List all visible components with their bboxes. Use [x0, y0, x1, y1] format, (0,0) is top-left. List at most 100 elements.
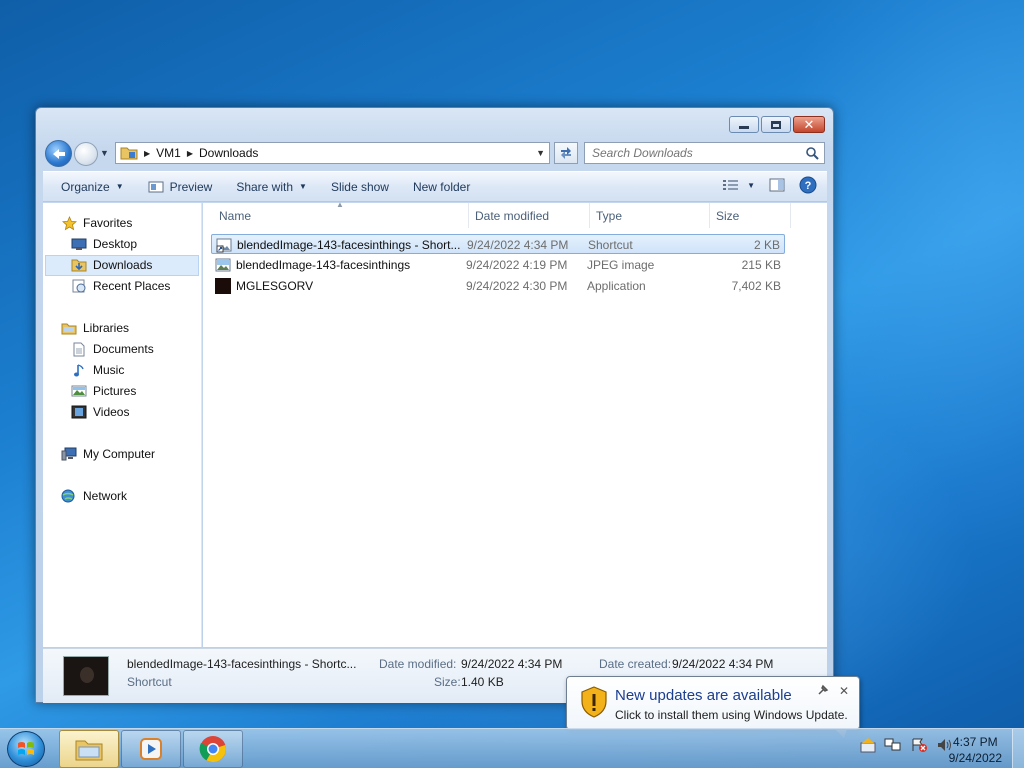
windows-logo-icon	[18, 742, 34, 755]
shortcut-image-icon	[216, 238, 232, 253]
folder-icon	[120, 147, 138, 160]
file-name: MGLESGORV	[236, 279, 314, 293]
new-folder-label: New folder	[412, 179, 471, 194]
maximize-button[interactable]	[761, 116, 791, 133]
maximize-icon	[771, 120, 781, 129]
column-label: Name	[219, 208, 252, 223]
desktop-icon	[71, 236, 87, 252]
explorer-window[interactable]: ✕ ▼ ▶ VM1 ▶ Downloads ▼ Organize ▼	[35, 107, 834, 703]
change-view-button[interactable]: ▼	[723, 179, 755, 191]
nav-label: Favorites	[83, 216, 133, 230]
search-input[interactable]	[592, 146, 792, 160]
taskbar-chrome-button[interactable]	[183, 730, 243, 768]
options-wrench-icon[interactable]	[817, 684, 829, 696]
refresh-icon	[561, 147, 571, 159]
preview-icon	[148, 181, 164, 192]
caption-buttons: ✕	[729, 116, 825, 133]
nav-item-recent-places[interactable]: Recent Places	[71, 276, 170, 296]
clock[interactable]: 4:37 PM 9/24/2022	[949, 734, 1002, 766]
nav-item-pictures[interactable]: Pictures	[71, 381, 136, 401]
breadcrumb-downloads[interactable]: Downloads	[199, 146, 258, 160]
refresh-button[interactable]	[554, 142, 578, 164]
pictures-icon	[71, 383, 87, 399]
preview-pane-icon[interactable]	[769, 178, 785, 192]
column-header-type[interactable]: Type	[590, 203, 710, 228]
organize-button[interactable]: Organize ▼	[49, 175, 136, 199]
media-player-icon	[140, 738, 162, 760]
file-type: Application	[587, 279, 646, 293]
close-icon: ✕	[803, 117, 815, 132]
details-size-label: Size:	[434, 675, 461, 689]
address-bar[interactable]: ▶ VM1 ▶ Downloads ▼	[115, 142, 550, 164]
preview-label: Preview	[169, 179, 213, 194]
minimize-button[interactable]	[729, 116, 759, 133]
start-button[interactable]	[7, 731, 45, 767]
command-bar: Organize ▼ Preview Share with ▼ Slide show…	[43, 171, 827, 202]
update-notification-balloon[interactable]: New updates are available Click to insta…	[566, 676, 860, 738]
file-type: JPEG image	[587, 258, 655, 272]
chevron-down-icon: ▼	[747, 180, 755, 190]
breadcrumb-separator-icon[interactable]: ▶	[187, 149, 193, 158]
nav-label: Desktop	[93, 237, 138, 251]
nav-item-network[interactable]: Network	[61, 486, 127, 506]
network-tray-icon[interactable]	[884, 737, 902, 753]
back-button[interactable]	[45, 140, 72, 167]
column-header-date-modified[interactable]: Date modified	[469, 203, 590, 228]
slide-show-label: Slide show	[330, 179, 389, 194]
details-modified-label: Date modified:	[379, 657, 457, 671]
forward-button[interactable]	[74, 142, 98, 166]
music-icon	[71, 362, 87, 378]
view-controls: ▼ ?	[723, 176, 817, 194]
nav-label: Recent Places	[93, 279, 171, 293]
nav-item-videos[interactable]: Videos	[71, 402, 129, 422]
file-size: 215 KB	[741, 258, 781, 272]
taskbar-media-player-button[interactable]	[121, 730, 181, 768]
windows-update-tray-icon[interactable]	[860, 737, 876, 753]
balloon-close-icon[interactable]: ✕	[839, 684, 849, 698]
share-with-button[interactable]: Share with ▼	[224, 175, 319, 199]
back-arrow-icon	[52, 148, 65, 159]
table-row[interactable]: MGLESGORV 9/24/2022 4:30 PM Application …	[211, 276, 785, 296]
nav-label: Pictures	[93, 384, 137, 398]
new-folder-button[interactable]: New folder	[401, 175, 482, 199]
nav-label: Downloads	[93, 258, 153, 272]
nav-item-my-computer[interactable]: My Computer	[61, 444, 155, 464]
help-icon[interactable]: ?	[799, 176, 817, 194]
balloon-body: Click to install them using Windows Upda…	[615, 708, 848, 722]
nav-item-libraries[interactable]: Libraries	[61, 318, 129, 338]
taskbar: 4:37 PM 9/24/2022	[0, 728, 1024, 768]
breadcrumb-separator-icon[interactable]: ▶	[144, 149, 150, 158]
windows-update-shield-icon	[581, 686, 607, 718]
search-box[interactable]	[584, 142, 825, 164]
nav-item-favorites[interactable]: Favorites	[61, 213, 132, 233]
table-row[interactable]: blendedImage-143-facesinthings 9/24/2022…	[211, 255, 785, 275]
preview-button[interactable]: Preview	[136, 175, 225, 199]
computer-icon	[61, 446, 77, 462]
jpeg-image-icon	[215, 258, 231, 272]
details-modified-value: 9/24/2022 4:34 PM	[461, 657, 563, 671]
column-header-name[interactable]: Name	[213, 203, 469, 228]
nav-item-documents[interactable]: Documents	[71, 339, 154, 359]
nav-item-desktop[interactable]: Desktop	[71, 234, 137, 254]
file-size: 7,402 KB	[731, 279, 781, 293]
column-header-size[interactable]: Size	[710, 203, 791, 228]
show-desktop-button[interactable]	[1012, 729, 1024, 768]
chrome-icon	[199, 736, 226, 763]
close-button[interactable]: ✕	[793, 116, 825, 133]
recent-pages-dropdown[interactable]: ▼	[100, 148, 109, 158]
table-row[interactable]: blendedImage-143-facesinthings - Short..…	[211, 234, 785, 254]
breadcrumb-vm1[interactable]: VM1	[156, 146, 181, 160]
documents-icon	[71, 341, 87, 357]
taskbar-explorer-button[interactable]	[59, 730, 119, 768]
nav-item-downloads[interactable]: Downloads	[71, 255, 152, 275]
nav-label: Network	[83, 489, 128, 503]
address-dropdown-icon[interactable]: ▼	[536, 148, 545, 158]
slide-show-button[interactable]: Slide show	[319, 175, 401, 199]
column-label: Type	[596, 208, 623, 223]
action-center-icon[interactable]	[910, 737, 928, 753]
nav-item-music[interactable]: Music	[71, 360, 124, 380]
search-icon[interactable]	[805, 146, 819, 163]
organize-label: Organize	[61, 179, 110, 194]
recent-places-icon	[71, 278, 87, 294]
application-icon	[215, 278, 231, 294]
